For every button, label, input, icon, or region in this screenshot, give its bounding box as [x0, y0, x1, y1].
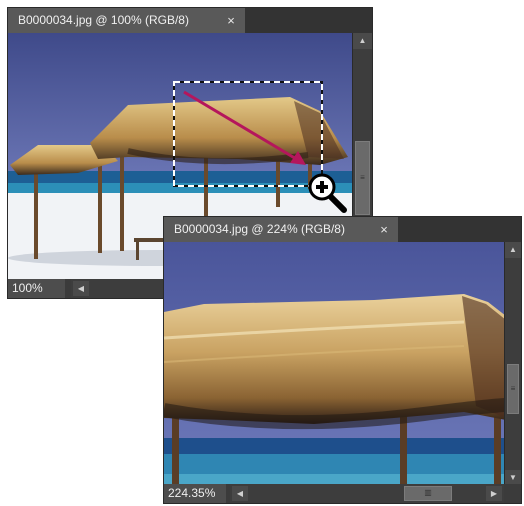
document-tab[interactable]: B0000034.jpg @ 224% (RGB/8) ×	[164, 217, 398, 242]
close-icon[interactable]: ×	[377, 223, 391, 236]
vertical-scrollbar[interactable]: ▲ ≡ ▼	[504, 242, 521, 486]
scroll-up-arrow-icon[interactable]: ▲	[353, 33, 372, 49]
beach-photo-zoomed	[164, 242, 506, 486]
scrollbar-corner	[504, 484, 521, 503]
horizontal-scrollbar[interactable]: ◀ ▥ ▶	[230, 484, 504, 503]
image-canvas[interactable]	[164, 242, 506, 486]
scroll-up-arrow-icon[interactable]: ▲	[505, 242, 521, 258]
status-bar: 224.35% ◀ ▥ ▶	[164, 484, 521, 503]
scroll-left-arrow-icon[interactable]: ◀	[232, 486, 248, 501]
tab-title: B0000034.jpg @ 224% (RGB/8)	[174, 222, 345, 236]
scroll-thumb-horizontal[interactable]: ▥	[404, 486, 452, 501]
zoom-level-field[interactable]: 224.35%	[164, 484, 226, 503]
zoom-level-field[interactable]: 100%	[8, 279, 65, 298]
document-window-224: B0000034.jpg @ 224% (RGB/8) × ▲ ≡ ▼ 224.…	[163, 216, 522, 504]
close-icon[interactable]: ×	[224, 14, 238, 27]
scroll-left-arrow-icon[interactable]: ◀	[73, 281, 89, 296]
scroll-right-arrow-icon[interactable]: ▶	[486, 486, 502, 501]
document-tab[interactable]: B0000034.jpg @ 100% (RGB/8) ×	[8, 8, 245, 33]
scroll-thumb[interactable]: ≡	[355, 141, 370, 215]
tab-title: B0000034.jpg @ 100% (RGB/8)	[18, 13, 189, 27]
tab-bar: B0000034.jpg @ 224% (RGB/8) ×	[164, 217, 521, 242]
scroll-thumb[interactable]: ≡	[507, 364, 519, 414]
tab-bar: B0000034.jpg @ 100% (RGB/8) ×	[8, 8, 372, 33]
